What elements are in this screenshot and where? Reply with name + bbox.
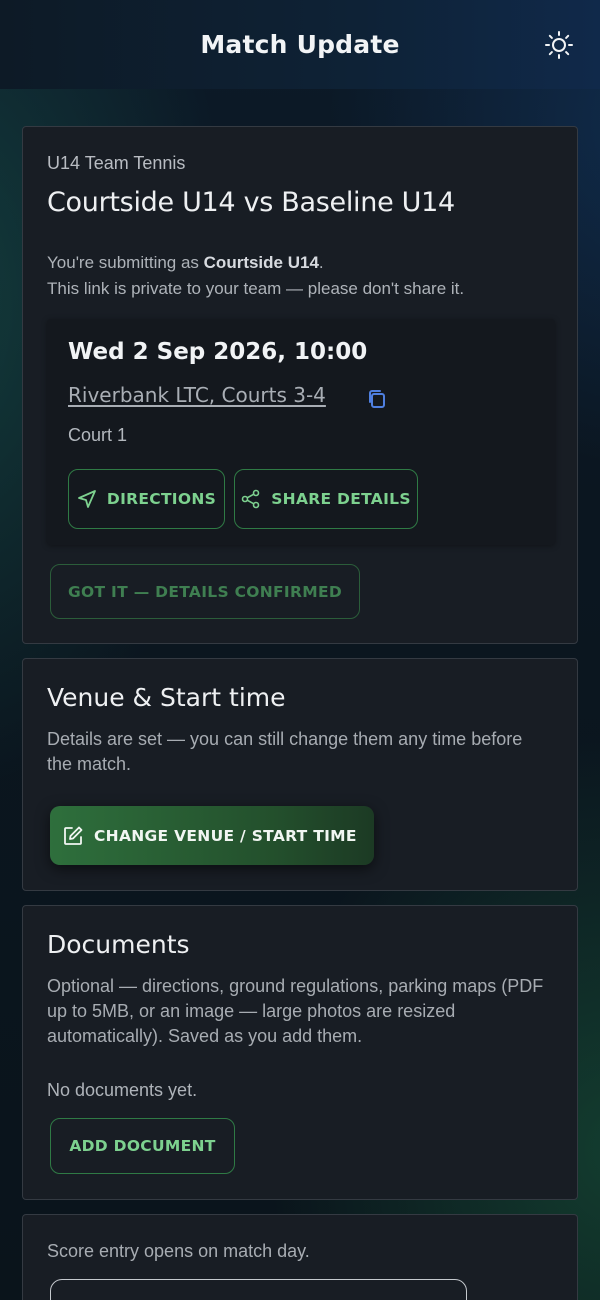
documents-title: Documents xyxy=(47,930,190,959)
change-venue-time-label: CHANGE VENUE / START TIME xyxy=(94,826,357,845)
share-details-button[interactable]: SHARE DETAILS xyxy=(234,469,418,529)
match-title: Courtside U14 vs Baseline U14 xyxy=(47,187,455,218)
score-entry-card: Score entry opens on match day. xyxy=(22,1214,578,1300)
venue-section-title: Venue & Start time xyxy=(47,683,286,712)
venue-time-card: Venue & Start time Details are set — you… xyxy=(22,658,578,891)
directions-button[interactable]: DIRECTIONS xyxy=(68,469,225,529)
venue-link[interactable]: Riverbank LTC, Courts 3-4 xyxy=(68,383,326,407)
share-icon xyxy=(241,489,260,509)
edit-icon xyxy=(64,826,83,845)
navigation-arrow-icon xyxy=(78,490,96,508)
venue-section-description: Details are set — you can still change t… xyxy=(47,729,523,774)
notice-suffix: . xyxy=(318,253,324,272)
documents-description: Optional — directions, ground regulation… xyxy=(47,976,544,1046)
privacy-note: This link is private to your team — plea… xyxy=(47,279,465,298)
copy-venue-button[interactable] xyxy=(365,387,389,411)
score-entry-field[interactable] xyxy=(50,1279,467,1300)
directions-label: DIRECTIONS xyxy=(106,490,217,508)
competition-label: U14 Team Tennis xyxy=(47,153,186,173)
theme-toggle-button[interactable] xyxy=(542,28,576,62)
documents-empty-state: No documents yet. xyxy=(47,1080,198,1100)
score-entry-notice: Score entry opens on match day. xyxy=(47,1241,310,1261)
change-venue-time-button[interactable]: CHANGE VENUE / START TIME xyxy=(50,806,374,865)
fixture-details-box: Wed 2 Sep 2026, 10:00 Riverbank LTC, Cou… xyxy=(47,319,555,545)
share-label: SHARE DETAILS xyxy=(271,490,411,508)
page-title: Match Update xyxy=(200,30,400,59)
notice-prefix: You're submitting as xyxy=(47,253,204,272)
documents-card: Documents Optional — directions, ground … xyxy=(22,905,578,1200)
sun-icon xyxy=(545,31,573,59)
match-datetime: Wed 2 Sep 2026, 10:00 xyxy=(68,339,368,365)
match-details-card: U14 Team Tennis Courtside U14 vs Baselin… xyxy=(22,126,578,644)
app-header: Match Update xyxy=(0,0,600,89)
submission-notice: You're submitting as Courtside U14. This… xyxy=(47,250,464,302)
team-name: Courtside U14 xyxy=(203,253,319,272)
copy-icon xyxy=(369,390,385,408)
details-confirmed-button[interactable]: GOT IT — DETAILS CONFIRMED xyxy=(50,564,360,619)
add-document-button[interactable]: ADD DOCUMENT xyxy=(50,1118,235,1174)
court-label: Court 1 xyxy=(68,425,128,445)
